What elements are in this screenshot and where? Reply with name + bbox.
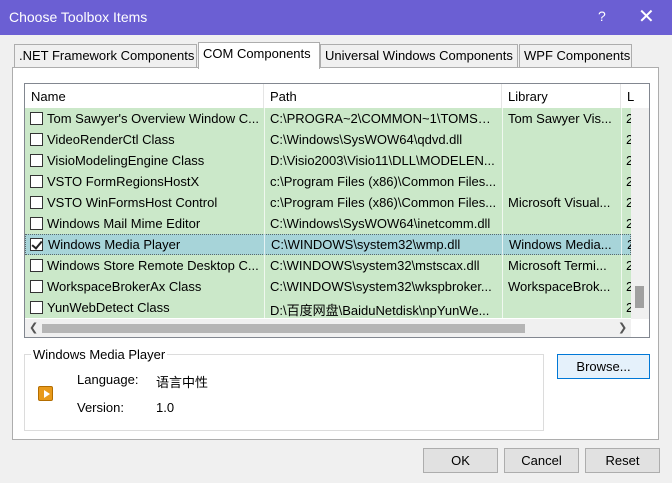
row-library: Windows Media... [509,237,612,252]
reset-button[interactable]: Reset [585,448,660,473]
row-name: YunWebDetect Class [47,300,170,315]
version-value: 1.0 [156,400,175,415]
row-path: C:\PROGRA~2\COMMON~1\TOMSA... [270,111,497,126]
window-title: Choose Toolbox Items [9,9,148,25]
help-button[interactable]: ? [598,8,606,24]
row-library: Microsoft Termi... [508,258,607,273]
vertical-scroll-thumb[interactable] [635,286,644,308]
table-row[interactable]: VideoRenderCtl Class C:\Windows\SysWOW64… [25,129,631,150]
title-bar: Choose Toolbox Items ? ✕ [0,0,672,35]
windows-media-player-icon [38,386,53,401]
row-checkbox[interactable] [30,154,43,167]
column-divider [621,108,622,319]
row-checkbox[interactable] [30,112,43,125]
column-divider [502,108,503,319]
tab-universal-windows-components[interactable]: Universal Windows Components [320,44,518,67]
table-row[interactable]: VSTO WinFormsHost Control c:\Program Fil… [25,192,631,213]
reset-label: Reset [605,453,640,468]
tab-wpf-components[interactable]: WPF Components [519,44,632,67]
row-name: Windows Store Remote Desktop C... [47,258,259,273]
row-checkbox[interactable] [30,259,43,272]
browse-button[interactable]: Browse... [557,354,650,379]
scroll-left-icon[interactable]: ❮ [29,321,38,334]
tab-label: WPF Components [524,48,631,63]
table-row[interactable]: VisioModelingEngine Class D:\Visio2003\V… [25,150,631,171]
row-path: c:\Program Files (x86)\Common Files... [270,174,497,189]
row-name: VideoRenderCtl Class [47,132,175,147]
row-checkbox-checked[interactable] [30,238,43,251]
row-path: C:\WINDOWS\system32\wmp.dll [271,237,461,252]
row-path: D:\Visio2003\Visio11\DLL\MODELEN... [270,153,495,168]
tab-label: COM Components [203,46,311,61]
column-divider [264,108,265,319]
table-row[interactable]: VSTO FormRegionsHostX c:\Program Files (… [25,171,631,192]
row-path: C:\Windows\SysWOW64\qdvd.dll [270,132,463,147]
row-name: Windows Mail Mime Editor [47,216,201,231]
row-library: Tom Sawyer Vis... [508,111,612,126]
horizontal-scroll-thumb[interactable] [42,324,525,333]
row-checkbox[interactable] [30,133,43,146]
row-checkbox[interactable] [30,196,43,209]
tab-net-framework-components[interactable]: .NET Framework Components [14,44,197,67]
row-path: c:\Program Files (x86)\Common Files... [270,195,497,210]
ok-button[interactable]: OK [423,448,498,473]
language-label: Language: [77,372,139,387]
horizontal-scrollbar[interactable]: ❮ ❯ [25,319,631,337]
language-value: 语言中性 [156,375,209,390]
version-label: Version: [77,400,124,415]
row-library: WorkspaceBrok... [508,279,611,294]
row-path: C:\Windows\SysWOW64\inetcomm.dll [270,216,491,231]
choose-toolbox-items-dialog: Choose Toolbox Items ? ✕ .NET Framework … [0,0,672,483]
list-header: Name Path Library L [25,84,635,109]
table-row[interactable]: YunWebDetect Class D:\百度网盘\BaiduNetdisk\… [25,297,631,318]
row-name: VSTO WinFormsHost Control [47,195,218,210]
row-name: VisioModelingEngine Class [47,153,205,168]
tab-label: .NET Framework Components [19,48,195,63]
cancel-button[interactable]: Cancel [504,448,579,473]
tab-label: Universal Windows Components [325,48,513,63]
details-groupbox [24,354,544,431]
row-name: WorkspaceBrokerAx Class [47,279,202,294]
table-row-selected[interactable]: Windows Media Player C:\WINDOWS\system32… [25,234,631,255]
row-checkbox[interactable] [30,280,43,293]
table-row[interactable]: Tom Sawyer's Overview Window C... C:\PRO… [25,108,631,129]
row-checkbox[interactable] [30,175,43,188]
close-button[interactable]: ✕ [638,4,655,29]
column-header-library[interactable]: Library [502,84,621,109]
row-checkbox[interactable] [30,301,43,314]
column-header-path[interactable]: Path [264,84,502,109]
components-list[interactable]: Name Path Library L Tom Sawyer's Overvie… [24,83,650,338]
table-row[interactable]: WorkspaceBrokerAx Class C:\WINDOWS\syste… [25,276,631,297]
details-title: Windows Media Player [31,347,168,362]
browse-label: Browse... [576,359,631,374]
cancel-label: Cancel [521,453,562,468]
row-name: Windows Media Player [48,237,181,252]
tab-com-components[interactable]: COM Components [198,42,320,69]
table-row[interactable]: Windows Store Remote Desktop C... C:\WIN… [25,255,631,276]
column-header-name[interactable]: Name [25,84,264,109]
row-library: Microsoft Visual... [508,195,611,210]
row-checkbox[interactable] [30,217,43,230]
row-path: C:\WINDOWS\system32\wkspbroker... [270,279,492,294]
vertical-scrollbar[interactable] [631,108,649,319]
row-path: D:\百度网盘\BaiduNetdisk\npYunWe... [270,303,490,318]
list-rows: Tom Sawyer's Overview Window C... C:\PRO… [25,108,631,319]
row-name: Tom Sawyer's Overview Window C... [47,111,259,126]
ok-label: OK [451,453,470,468]
row-name: VSTO FormRegionsHostX [47,174,200,189]
table-row[interactable]: Windows Mail Mime Editor C:\Windows\SysW… [25,213,631,234]
row-path: C:\WINDOWS\system32\mstscax.dll [270,258,480,273]
scroll-right-icon[interactable]: ❯ [618,321,627,334]
column-header-version[interactable]: L [621,84,635,109]
